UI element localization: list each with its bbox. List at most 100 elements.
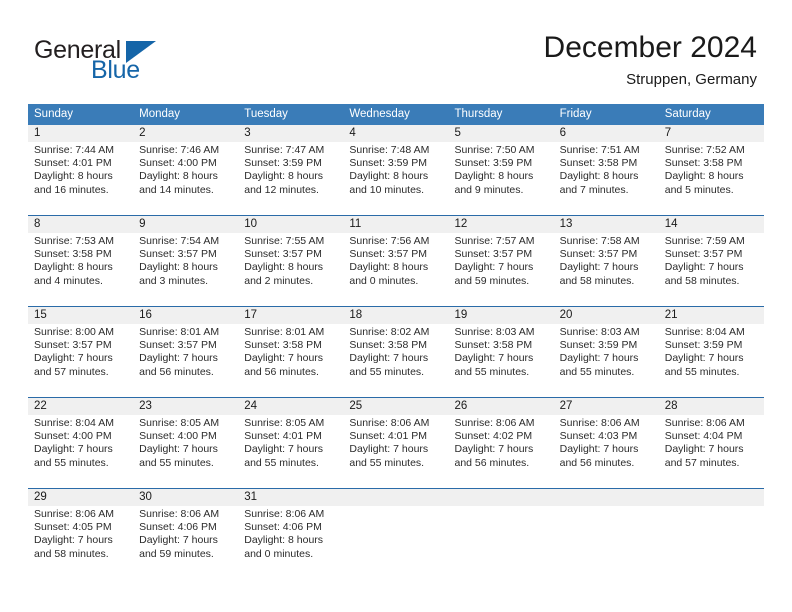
- day-detail-line: and 0 minutes.: [244, 547, 314, 560]
- day-detail-line: Daylight: 7 hours: [349, 443, 429, 456]
- day-cell-22[interactable]: Sunrise: 8:04 AM Sunset: 4:00 PM Daylight:…: [28, 415, 133, 488]
- weekday-header-tuesday: Tuesday: [244, 108, 288, 120]
- day-cell-21[interactable]: Sunrise: 8:04 AM Sunset: 3:59 PM Daylight:…: [659, 324, 764, 397]
- day-cell-8[interactable]: Sunrise: 7:53 AM Sunset: 3:58 PM Daylight:…: [28, 233, 133, 306]
- day-number-9[interactable]: 9: [133, 216, 238, 233]
- day-detail-line: Sunrise: 7:50 AM: [454, 144, 535, 156]
- day-detail-line: Sunset: 3:59 PM: [244, 157, 322, 170]
- day-detail-line: and 56 minutes.: [559, 456, 635, 469]
- day-cell-9[interactable]: Sunrise: 7:54 AM Sunset: 3:57 PM Daylight:…: [133, 233, 238, 306]
- day-number-empty: [659, 489, 764, 506]
- day-cell-18[interactable]: Sunrise: 8:02 AM Sunset: 3:58 PM Daylight:…: [343, 324, 448, 397]
- day-cell-10[interactable]: Sunrise: 7:55 AM Sunset: 3:57 PM Daylight:…: [238, 233, 343, 306]
- day-cell-15[interactable]: Sunrise: 8:00 AM Sunset: 3:57 PM Daylight:…: [28, 324, 133, 397]
- day-cell-4[interactable]: Sunrise: 7:48 AM Sunset: 3:59 PM Daylight:…: [343, 142, 448, 215]
- day-number-10[interactable]: 10: [238, 216, 343, 233]
- week-detail-band: Sunrise: 8:00 AM Sunset: 3:57 PM Daylight:…: [28, 324, 764, 397]
- day-cell-25[interactable]: Sunrise: 8:06 AM Sunset: 4:01 PM Daylight:…: [343, 415, 448, 488]
- day-detail-line: and 0 minutes.: [349, 274, 419, 287]
- day-cell-17[interactable]: Sunrise: 8:01 AM Sunset: 3:58 PM Daylight:…: [238, 324, 343, 397]
- day-number-21[interactable]: 21: [659, 307, 764, 324]
- day-number-7[interactable]: 7: [659, 125, 764, 142]
- day-detail-line: Sunrise: 8:06 AM: [244, 508, 325, 520]
- day-number-31[interactable]: 31: [238, 489, 343, 506]
- day-number-23[interactable]: 23: [133, 398, 238, 415]
- day-detail-line: Sunrise: 8:04 AM: [664, 326, 745, 338]
- weekday-header-row: Sunday Monday Tuesday Wednesday Thursday Frid…: [28, 104, 764, 125]
- logo-text-blue: Blue: [91, 56, 140, 84]
- day-number-18[interactable]: 18: [343, 307, 448, 324]
- day-detail-line: and 7 minutes.: [559, 183, 629, 196]
- day-cell-23[interactable]: Sunrise: 8:05 AM Sunset: 4:00 PM Daylight:…: [133, 415, 238, 488]
- day-detail-line: Sunset: 4:01 PM: [34, 157, 112, 170]
- day-detail-line: Sunrise: 7:57 AM: [454, 235, 535, 247]
- day-number-4[interactable]: 4: [343, 125, 448, 142]
- day-detail-line: Daylight: 7 hours: [559, 352, 639, 365]
- day-number-25[interactable]: 25: [343, 398, 448, 415]
- day-cell-26[interactable]: Sunrise: 8:06 AM Sunset: 4:02 PM Daylight:…: [449, 415, 554, 488]
- day-detail-line: Sunset: 3:58 PM: [454, 339, 533, 352]
- day-detail-line: and 9 minutes.: [454, 183, 524, 196]
- day-cell-13[interactable]: Sunrise: 7:58 AM Sunset: 3:57 PM Daylight:…: [554, 233, 659, 306]
- day-detail-line: Sunset: 4:00 PM: [34, 430, 112, 443]
- day-detail-line: Daylight: 8 hours: [244, 534, 324, 547]
- day-cell-6[interactable]: Sunrise: 7:51 AM Sunset: 3:58 PM Daylight:…: [554, 142, 659, 215]
- day-cell-16[interactable]: Sunrise: 8:01 AM Sunset: 3:57 PM Daylight:…: [133, 324, 238, 397]
- day-number-27[interactable]: 27: [554, 398, 659, 415]
- day-number-16[interactable]: 16: [133, 307, 238, 324]
- day-cell-19[interactable]: Sunrise: 8:03 AM Sunset: 3:58 PM Daylight:…: [449, 324, 554, 397]
- day-number-17[interactable]: 17: [238, 307, 343, 324]
- day-number-12[interactable]: 12: [449, 216, 554, 233]
- day-cell-28[interactable]: Sunrise: 8:06 AM Sunset: 4:04 PM Daylight:…: [659, 415, 764, 488]
- day-detail-line: Sunset: 4:00 PM: [139, 157, 217, 170]
- day-cell-5[interactable]: Sunrise: 7:50 AM Sunset: 3:59 PM Daylight:…: [449, 142, 554, 215]
- day-number-14[interactable]: 14: [659, 216, 764, 233]
- day-number-15[interactable]: 15: [28, 307, 133, 324]
- day-number-29[interactable]: 29: [28, 489, 133, 506]
- day-number-22[interactable]: 22: [28, 398, 133, 415]
- day-cell-12[interactable]: Sunrise: 7:57 AM Sunset: 3:57 PM Daylight:…: [449, 233, 554, 306]
- day-cell-7[interactable]: Sunrise: 7:52 AM Sunset: 3:58 PM Daylight:…: [659, 142, 764, 215]
- day-number-1[interactable]: 1: [28, 125, 133, 142]
- month-calendar: Sunday Monday Tuesday Wednesday Thursday Frid…: [28, 104, 764, 579]
- day-number-3[interactable]: 3: [238, 125, 343, 142]
- day-cell-3[interactable]: Sunrise: 7:47 AM Sunset: 3:59 PM Daylight:…: [238, 142, 343, 215]
- day-detail-line: Sunset: 3:57 PM: [559, 248, 638, 261]
- day-cell-11[interactable]: Sunrise: 7:56 AM Sunset: 3:57 PM Daylight:…: [343, 233, 448, 306]
- day-number-empty: [554, 489, 659, 506]
- calendar-week-row: 29 30 31 Sunrise: 8:06 AM Sunset: 4:05 PM Day…: [28, 488, 764, 579]
- day-detail-line: and 58 minutes.: [559, 274, 635, 287]
- day-number-2[interactable]: 2: [133, 125, 238, 142]
- day-detail-line: Sunset: 3:58 PM: [244, 339, 322, 352]
- day-cell-14[interactable]: Sunrise: 7:59 AM Sunset: 3:57 PM Daylight:…: [659, 233, 764, 306]
- day-cell-30[interactable]: Sunrise: 8:06 AM Sunset: 4:06 PM Daylight:…: [133, 506, 238, 579]
- day-detail-line: and 56 minutes.: [454, 456, 530, 469]
- day-detail-line: Sunset: 3:59 PM: [454, 157, 533, 170]
- day-cell-27[interactable]: Sunrise: 8:06 AM Sunset: 4:03 PM Daylight:…: [554, 415, 659, 488]
- day-number-20[interactable]: 20: [554, 307, 659, 324]
- day-detail-line: Sunrise: 8:03 AM: [454, 326, 535, 338]
- day-number-30[interactable]: 30: [133, 489, 238, 506]
- day-number-28[interactable]: 28: [659, 398, 764, 415]
- day-cell-29[interactable]: Sunrise: 8:06 AM Sunset: 4:05 PM Daylight:…: [28, 506, 133, 579]
- day-cell-31[interactable]: Sunrise: 8:06 AM Sunset: 4:06 PM Daylight:…: [238, 506, 343, 579]
- day-cell-20[interactable]: Sunrise: 8:03 AM Sunset: 3:59 PM Daylight:…: [554, 324, 659, 397]
- day-cell-2[interactable]: Sunrise: 7:46 AM Sunset: 4:00 PM Daylight:…: [133, 142, 238, 215]
- day-number-26[interactable]: 26: [449, 398, 554, 415]
- day-number-13[interactable]: 13: [554, 216, 659, 233]
- day-detail-line: and 55 minutes.: [139, 456, 214, 469]
- day-number-11[interactable]: 11: [343, 216, 448, 233]
- day-detail-line: Daylight: 8 hours: [664, 170, 744, 183]
- day-number-6[interactable]: 6: [554, 125, 659, 142]
- day-number-19[interactable]: 19: [449, 307, 554, 324]
- day-cell-24[interactable]: Sunrise: 8:05 AM Sunset: 4:01 PM Daylight:…: [238, 415, 343, 488]
- day-cell-1[interactable]: Sunrise: 7:44 AM Sunset: 4:01 PM Daylight:…: [28, 142, 133, 215]
- day-number-24[interactable]: 24: [238, 398, 343, 415]
- day-number-8[interactable]: 8: [28, 216, 133, 233]
- calendar-week-row: 8 9 10 11 12 13 14 Sunrise: 7:53 AM Sunset: 3:58…: [28, 215, 764, 306]
- day-detail-line: Daylight: 7 hours: [664, 443, 744, 456]
- day-detail-line: Daylight: 7 hours: [34, 443, 113, 456]
- day-number-empty: [343, 489, 448, 506]
- day-detail-line: Daylight: 7 hours: [34, 534, 113, 547]
- day-number-5[interactable]: 5: [449, 125, 554, 142]
